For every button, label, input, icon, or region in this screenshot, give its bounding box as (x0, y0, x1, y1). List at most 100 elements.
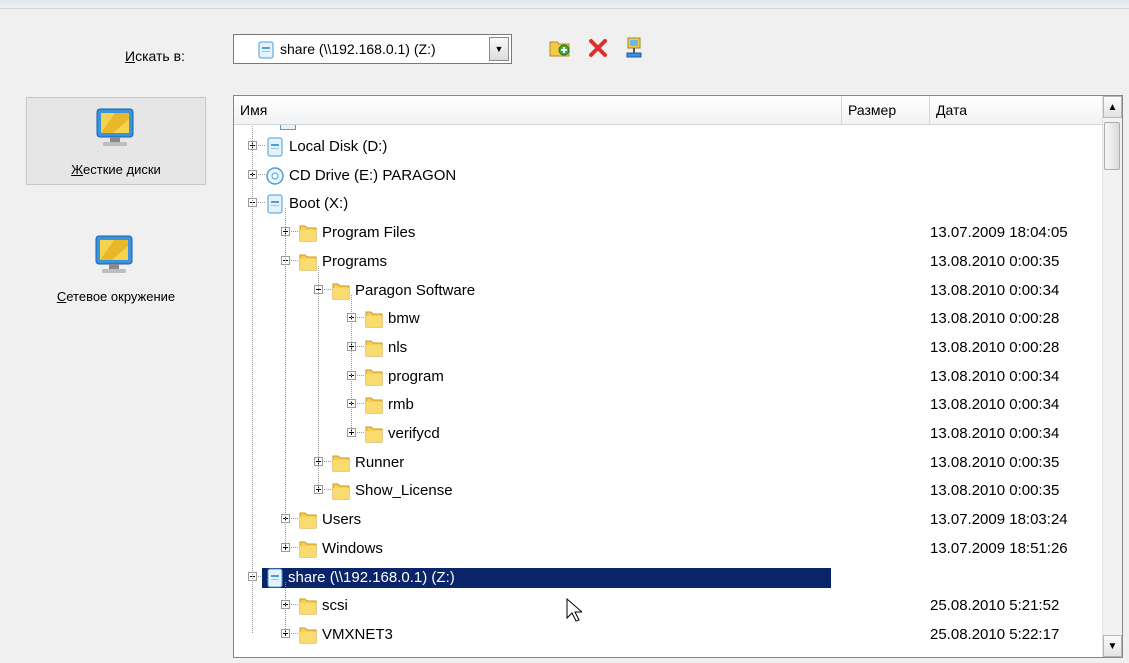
delete-icon[interactable] (586, 36, 610, 60)
row-name: bmw (388, 310, 420, 328)
tree-connector (357, 374, 364, 376)
row-date: 13.08.2010 0:00:34 (930, 281, 1060, 299)
look-in-combobox[interactable]: share (\\192.168.0.1) (Z:) ▼ (233, 34, 512, 64)
folder-icon (364, 367, 384, 387)
tree-connector (291, 632, 298, 634)
row-date: 13.07.2009 18:04:05 (930, 224, 1068, 242)
folder-icon (331, 481, 351, 501)
table-row[interactable]: Show_License 13.08.2010 0:00:35 (234, 477, 1103, 505)
row-name: Users (322, 511, 362, 529)
tree-connector (291, 231, 298, 233)
table-row[interactable]: Programs 13.08.2010 0:00:35 (234, 248, 1103, 276)
tree-line (252, 126, 253, 633)
folder-icon (298, 539, 318, 559)
table-row[interactable]: Windows 13.07.2009 18:51:26 (234, 535, 1103, 563)
tree-connector (291, 518, 298, 520)
row-name: VMXNET3 (322, 625, 393, 643)
table-row[interactable]: Boot (X:) (234, 190, 1103, 218)
place-network[interactable]: Сетевое окружение (26, 225, 206, 313)
row-name: Programs (322, 252, 388, 270)
place-network-accesskey: С (56, 289, 67, 304)
folder-icon (364, 395, 384, 415)
row-date: 13.08.2010 0:00:28 (930, 310, 1060, 328)
new-folder-icon[interactable] (548, 36, 572, 60)
row-name: verifycd (388, 425, 440, 442)
scrollbar-thumb[interactable] (1104, 122, 1120, 170)
row-date: 13.08.2010 0:00:34 (930, 425, 1060, 442)
row-name: program (388, 367, 444, 385)
table-row[interactable]: rmb 13.08.2010 0:00:34 (234, 391, 1103, 419)
folder-icon (298, 510, 318, 530)
vertical-scrollbar[interactable]: ▲ ▼ (1102, 96, 1122, 657)
folder-icon (364, 338, 384, 358)
network-drive-icon (258, 41, 274, 63)
tree-connector (357, 345, 364, 347)
network-drive-icon (265, 568, 285, 588)
look-in-label-rest: скать в: (135, 48, 185, 64)
tree-connector (258, 145, 265, 146)
row-date: 25.08.2010 5:21:52 (930, 597, 1060, 615)
place-network-label-rest: етевое окружение (66, 289, 176, 304)
table-row[interactable]: share (\\192.168.0.1) (Z:) (234, 564, 1103, 592)
row-name: Boot (X:) (289, 195, 349, 213)
mouse-cursor-icon (566, 597, 584, 626)
table-row[interactable]: Paragon Software 13.08.2010 0:00:34 (234, 277, 1103, 305)
row-date: 13.08.2010 0:00:35 (930, 482, 1060, 500)
row-date: 13.07.2009 18:51:26 (930, 539, 1068, 557)
column-size-header[interactable]: Размер (842, 96, 930, 124)
row-name: nls (388, 338, 408, 356)
tree-connector (291, 546, 298, 548)
tree-connector (357, 403, 364, 405)
tree-connector (291, 259, 298, 261)
look-in-accesskey: И (125, 48, 136, 64)
row-name: share (\\192.168.0.1) (Z:) (262, 567, 831, 588)
row-name: Windows (322, 539, 383, 557)
map-network-drive-icon[interactable] (622, 36, 646, 60)
row-name: Program Files (322, 224, 416, 242)
row-date: 13.08.2010 0:00:35 (930, 252, 1060, 270)
folder-icon (331, 453, 351, 473)
table-row[interactable]: verifycd 13.08.2010 0:00:34 (234, 420, 1103, 448)
column-header: Имя Размер Дата (234, 96, 1103, 125)
tree-line (318, 265, 319, 490)
look-in-label: Искать в: (125, 48, 185, 64)
row-name: Paragon Software (355, 281, 476, 299)
table-row[interactable]: Runner 13.08.2010 0:00:35 (234, 449, 1103, 477)
row-name: Runner (355, 453, 405, 471)
table-row[interactable]: Program Files 13.07.2009 18:04:05 (234, 219, 1103, 247)
row-date: 13.07.2009 18:03:24 (930, 511, 1068, 529)
table-row[interactable]: VMXNET3 25.08.2010 5:22:17 (234, 621, 1103, 649)
tree-connector (357, 432, 364, 433)
tree-connector (258, 202, 265, 204)
place-hard-disks[interactable]: Жесткие диски (26, 97, 206, 185)
row-name: Local Disk (D:) (289, 138, 388, 155)
row-name: scsi (322, 597, 348, 615)
scroll-down-icon[interactable]: ▼ (1103, 635, 1122, 657)
chevron-down-icon[interactable]: ▼ (489, 37, 509, 61)
tree-line (285, 208, 286, 547)
table-row[interactable]: Users 13.07.2009 18:03:24 (234, 506, 1103, 534)
folder-icon (364, 309, 384, 329)
column-date-header[interactable]: Дата (930, 96, 1103, 124)
row-date: 13.08.2010 0:00:34 (930, 396, 1060, 414)
tree-connector (324, 489, 331, 491)
row-name: Show_License (355, 482, 453, 500)
place-hard-disks-label-rest: есткие диски (83, 162, 161, 177)
file-tree-list[interactable]: Local Disk (D:) CD Drive (E:) PARAGON Boot… (233, 95, 1123, 658)
table-row[interactable]: bmw 13.08.2010 0:00:28 (234, 305, 1103, 333)
tree-line (351, 294, 352, 432)
table-row[interactable]: Local Disk (D:) (234, 133, 1103, 161)
row-date: 13.08.2010 0:00:35 (930, 453, 1060, 471)
table-row[interactable]: scsi 25.08.2010 5:21:52 (234, 592, 1103, 620)
table-row[interactable]: program 13.08.2010 0:00:34 (234, 363, 1103, 391)
tree-connector (291, 604, 298, 606)
row-name: CD Drive (E:) PARAGON (289, 166, 457, 184)
column-name-header[interactable]: Имя (234, 96, 842, 124)
folder-icon (298, 252, 318, 272)
place-hard-disks-accesskey: Ж (71, 162, 84, 177)
table-row[interactable]: nls 13.08.2010 0:00:28 (234, 334, 1103, 362)
folder-icon (298, 596, 318, 616)
table-row[interactable]: CD Drive (E:) PARAGON (234, 162, 1103, 190)
window-top-edge (0, 0, 1129, 9)
scroll-up-icon[interactable]: ▲ (1103, 96, 1122, 118)
